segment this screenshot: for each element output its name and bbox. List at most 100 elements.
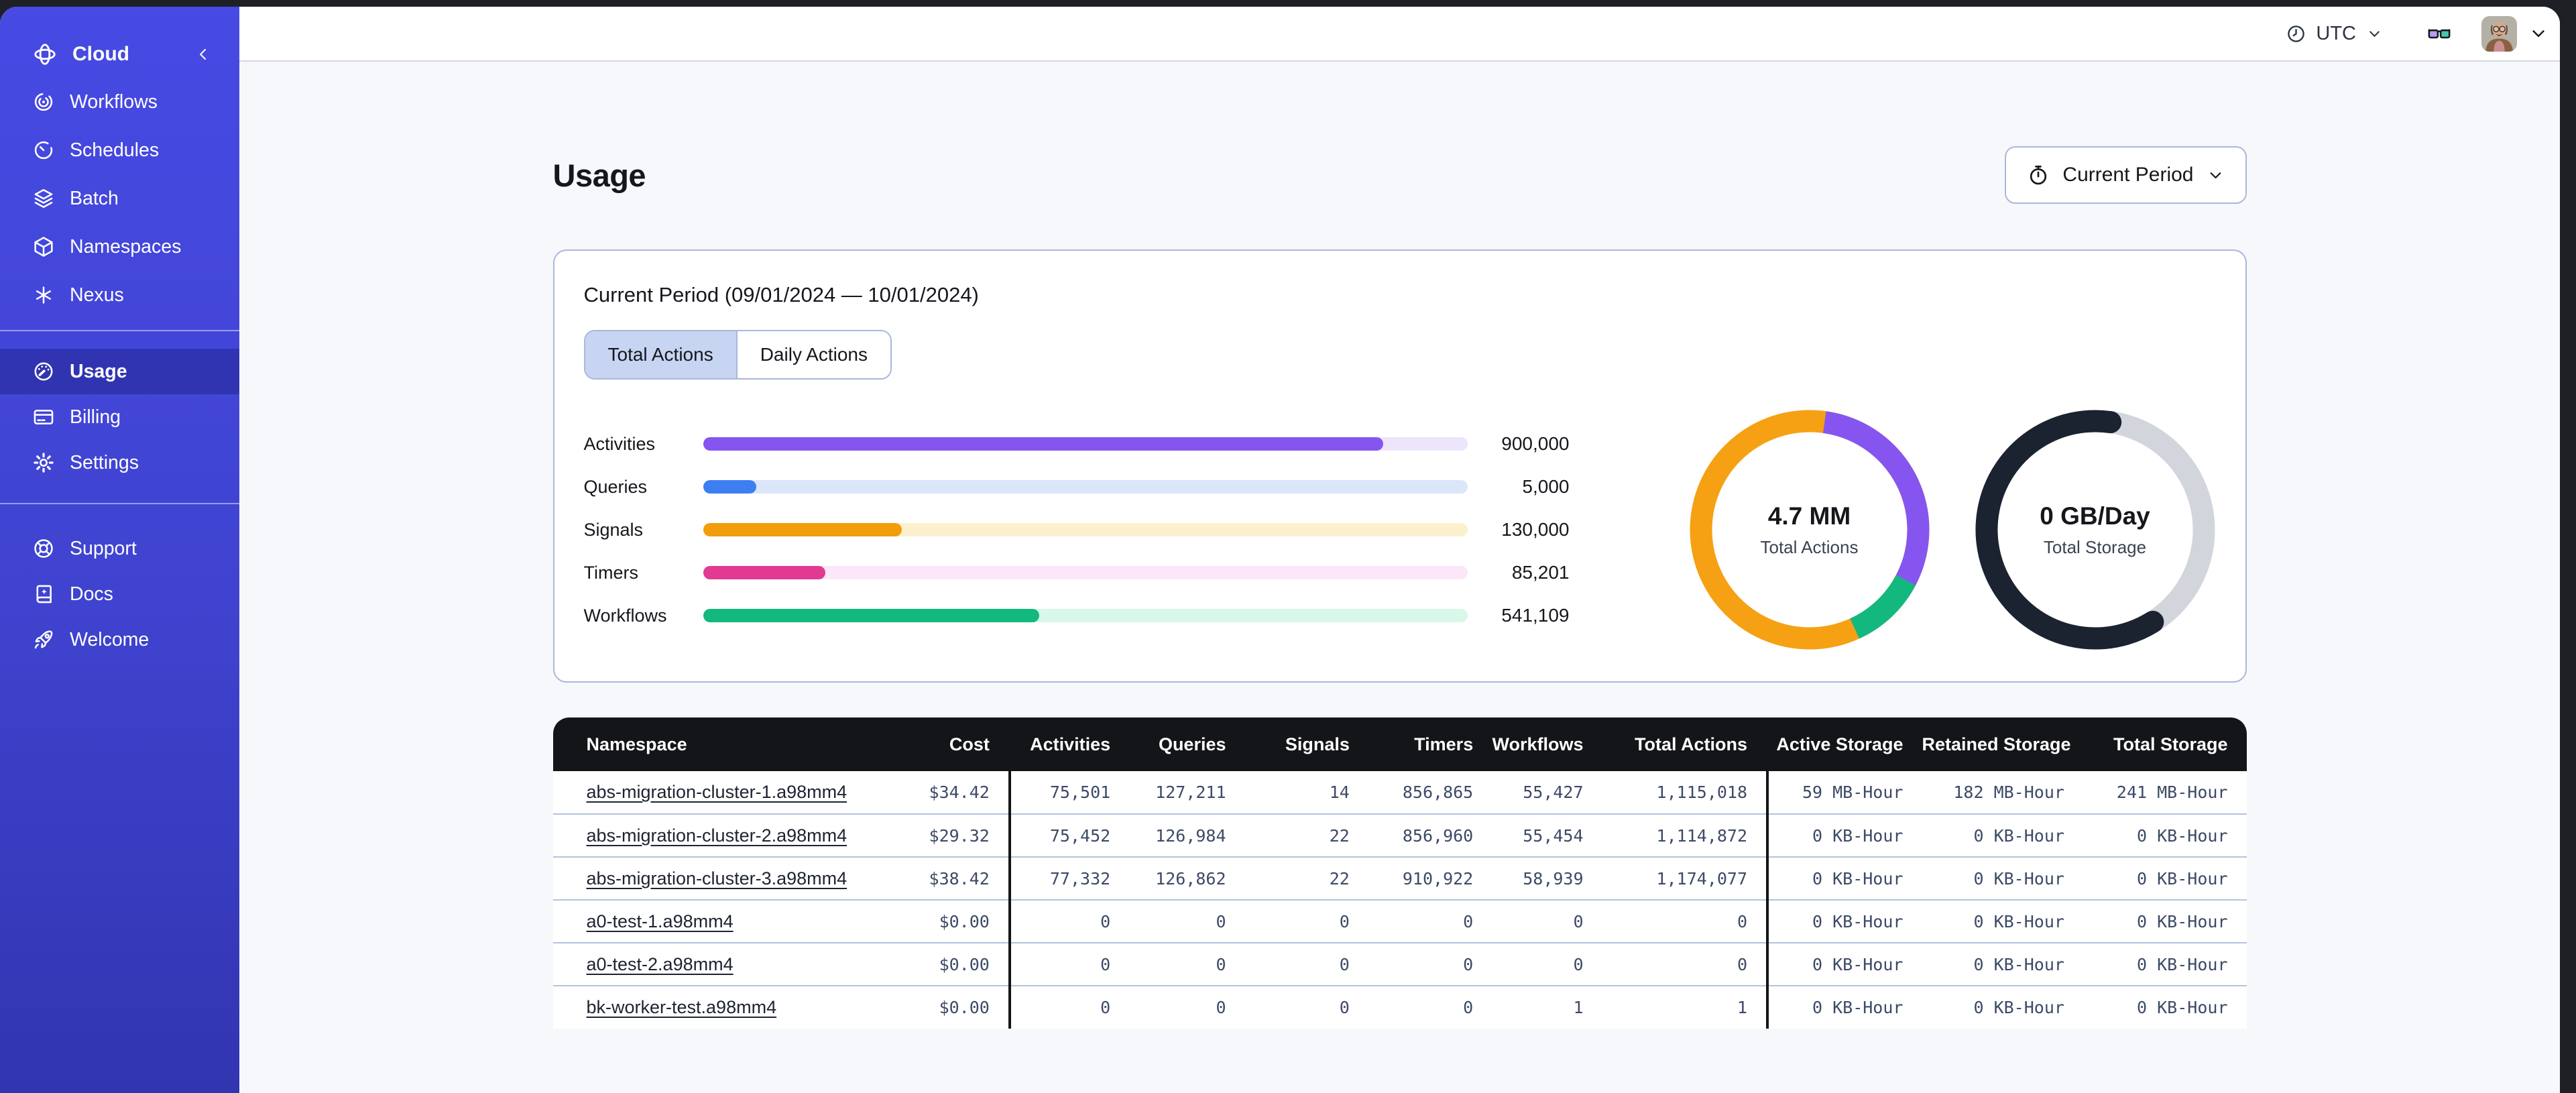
sidebar-item-usage[interactable]: Usage [0, 349, 239, 394]
actions-tab-group: Total Actions Daily Actions [583, 330, 892, 380]
value-cell: 0 KB-Hour [1922, 985, 2083, 1029]
sidebar-item-batch[interactable]: Batch [0, 174, 239, 223]
sidebar-item-schedules[interactable]: Schedules [0, 126, 239, 174]
value-cell: 0 KB-Hour [1922, 899, 2083, 943]
tab-daily-actions[interactable]: Daily Actions [736, 331, 890, 378]
sidebar-nav-account: Usage Billing Settings [0, 349, 239, 485]
value-cell: 59 MB-Hour [1766, 771, 1922, 814]
sidebar-item-nexus[interactable]: Nexus [0, 271, 239, 319]
namespace-cell: abs-migration-cluster-1.a98mm4 [552, 771, 869, 814]
bar-fill [703, 566, 825, 579]
value-cell: 126,984 [1129, 813, 1245, 857]
value-cell: 0 KB-Hour [2083, 942, 2247, 986]
sidebar-item-docs[interactable]: Docs [0, 571, 239, 617]
value-cell: 1,174,077 [1602, 856, 1768, 900]
docs-icon [32, 583, 55, 606]
value-cell: $29.32 [868, 813, 1010, 857]
title-row: Usage Current Period [553, 146, 2247, 204]
bar-row: Timers 85,201 [584, 551, 1570, 594]
value-cell: 22 [1244, 856, 1368, 900]
namespace-cell: bk-worker-test.a98mm4 [552, 985, 869, 1029]
value-cell: 0 KB-Hour [1766, 813, 1922, 857]
value-cell: 77,332 [1008, 856, 1130, 900]
stopwatch-icon [2026, 163, 2050, 187]
value-cell: 75,452 [1008, 813, 1130, 857]
bar-fill [703, 437, 1384, 451]
sidebar-item-label: Workflows [70, 91, 158, 113]
donut-chart: 4.7 MM Total Actions [1689, 409, 1930, 650]
namespace-cell: a0-test-2.a98mm4 [552, 942, 869, 986]
sidebar-item-label: Billing [70, 406, 121, 428]
bar-row: Queries 5,000 [584, 465, 1570, 508]
value-cell: 0 KB-Hour [2083, 899, 2247, 943]
value-cell: 22 [1244, 813, 1368, 857]
billing-icon [32, 406, 55, 428]
timezone-label: UTC [2316, 22, 2356, 44]
column-header: Retained Storage [1922, 717, 2083, 771]
value-cell: 14 [1244, 771, 1368, 814]
donut-chart: 0 GB/Day Total Storage [1975, 409, 2216, 650]
value-cell: $34.42 [868, 771, 1010, 814]
namespace-link[interactable]: a0-test-2.a98mm4 [587, 954, 734, 974]
column-header: Signals [1244, 717, 1368, 771]
namespace-link[interactable]: abs-migration-cluster-2.a98mm4 [587, 825, 847, 846]
donut-center-label: Total Actions [1760, 536, 1859, 557]
page-title: Usage [552, 157, 646, 193]
namespace-link[interactable]: abs-migration-cluster-1.a98mm4 [587, 782, 847, 802]
sidebar-item-label: Settings [70, 451, 139, 473]
value-cell: 0 [1129, 985, 1245, 1029]
collapse-sidebar-icon[interactable] [194, 45, 213, 64]
namespace-link[interactable]: a0-test-1.a98mm4 [587, 911, 734, 931]
sidebar-item-settings[interactable]: Settings [0, 440, 239, 485]
sidebar-item-label: Batch [70, 187, 119, 209]
sidebar-header: Cloud [0, 32, 239, 76]
value-cell: 0 [1129, 899, 1245, 943]
value-cell: 182 MB-Hour [1922, 771, 2083, 814]
value-cell: 0 [1602, 942, 1768, 986]
namespace-link[interactable]: bk-worker-test.a98mm4 [587, 997, 777, 1017]
sidebar-item-workflows[interactable]: Workflows [0, 78, 239, 126]
column-header: Namespace [552, 717, 869, 771]
donut-center-value: 0 GB/Day [2040, 502, 2150, 530]
value-cell: 856,960 [1368, 813, 1492, 857]
usage-summary-card: Current Period (09/01/2024 — 10/01/2024)… [552, 249, 2247, 683]
glasses-icon[interactable] [2422, 21, 2456, 46]
timezone-selector[interactable]: UTC [2282, 22, 2388, 46]
column-header: Total Storage [2083, 717, 2247, 771]
bar-label: Queries [583, 476, 648, 497]
sidebar-item-support[interactable]: Support [0, 526, 239, 571]
value-cell: 0 KB-Hour [1766, 985, 1922, 1029]
value-cell: 0 [1368, 942, 1492, 986]
sidebar-nav-main: Workflows Schedules Batch Namespaces Nexus [0, 78, 239, 319]
bar-value: 5,000 [1522, 476, 1570, 497]
value-cell: 0 [1244, 985, 1368, 1029]
namespace-link[interactable]: abs-migration-cluster-3.a98mm4 [587, 868, 847, 888]
bar-fill [703, 523, 902, 536]
bar-value: 900,000 [1501, 433, 1570, 454]
value-cell: 0 [1368, 985, 1492, 1029]
settings-icon [32, 451, 55, 474]
column-header: Active Storage [1766, 717, 1922, 771]
app-window: Cloud Workflows Schedules Batch Namespaces N… [0, 7, 2560, 1093]
sidebar-item-billing[interactable]: Billing [0, 394, 239, 440]
sidebar-item-welcome[interactable]: Welcome [0, 617, 239, 663]
main-area: UTC Usage Current Period Current Period … [239, 7, 2560, 1093]
value-cell: 0 [1244, 899, 1368, 943]
column-header: Queries [1129, 717, 1245, 771]
period-selector-button[interactable]: Current Period [2005, 146, 2247, 204]
value-cell: 126,862 [1129, 856, 1245, 900]
bar-row: Signals 130,000 [584, 508, 1570, 551]
table-row: bk-worker-test.a98mm4 $0.00 0 0 0 0 1 1 0 KB-Hou… [552, 985, 2247, 1029]
value-cell: 1,115,018 [1602, 771, 1768, 814]
sidebar-item-label: Docs [70, 583, 113, 605]
value-cell: 0 KB-Hour [1922, 813, 2083, 857]
account-menu-chevron-icon[interactable] [2528, 23, 2549, 44]
value-cell: 0 [1492, 942, 1602, 986]
action-type-bar-chart: Activities 900,000 Queries 5,000 Signals 130,… [584, 422, 1570, 637]
value-cell: 0 [1008, 985, 1130, 1029]
value-cell: 1 [1492, 985, 1602, 1029]
tab-total-actions[interactable]: Total Actions [585, 331, 736, 378]
value-cell: $0.00 [868, 985, 1010, 1029]
sidebar-item-namespaces[interactable]: Namespaces [0, 223, 239, 271]
user-avatar[interactable] [2481, 15, 2517, 52]
